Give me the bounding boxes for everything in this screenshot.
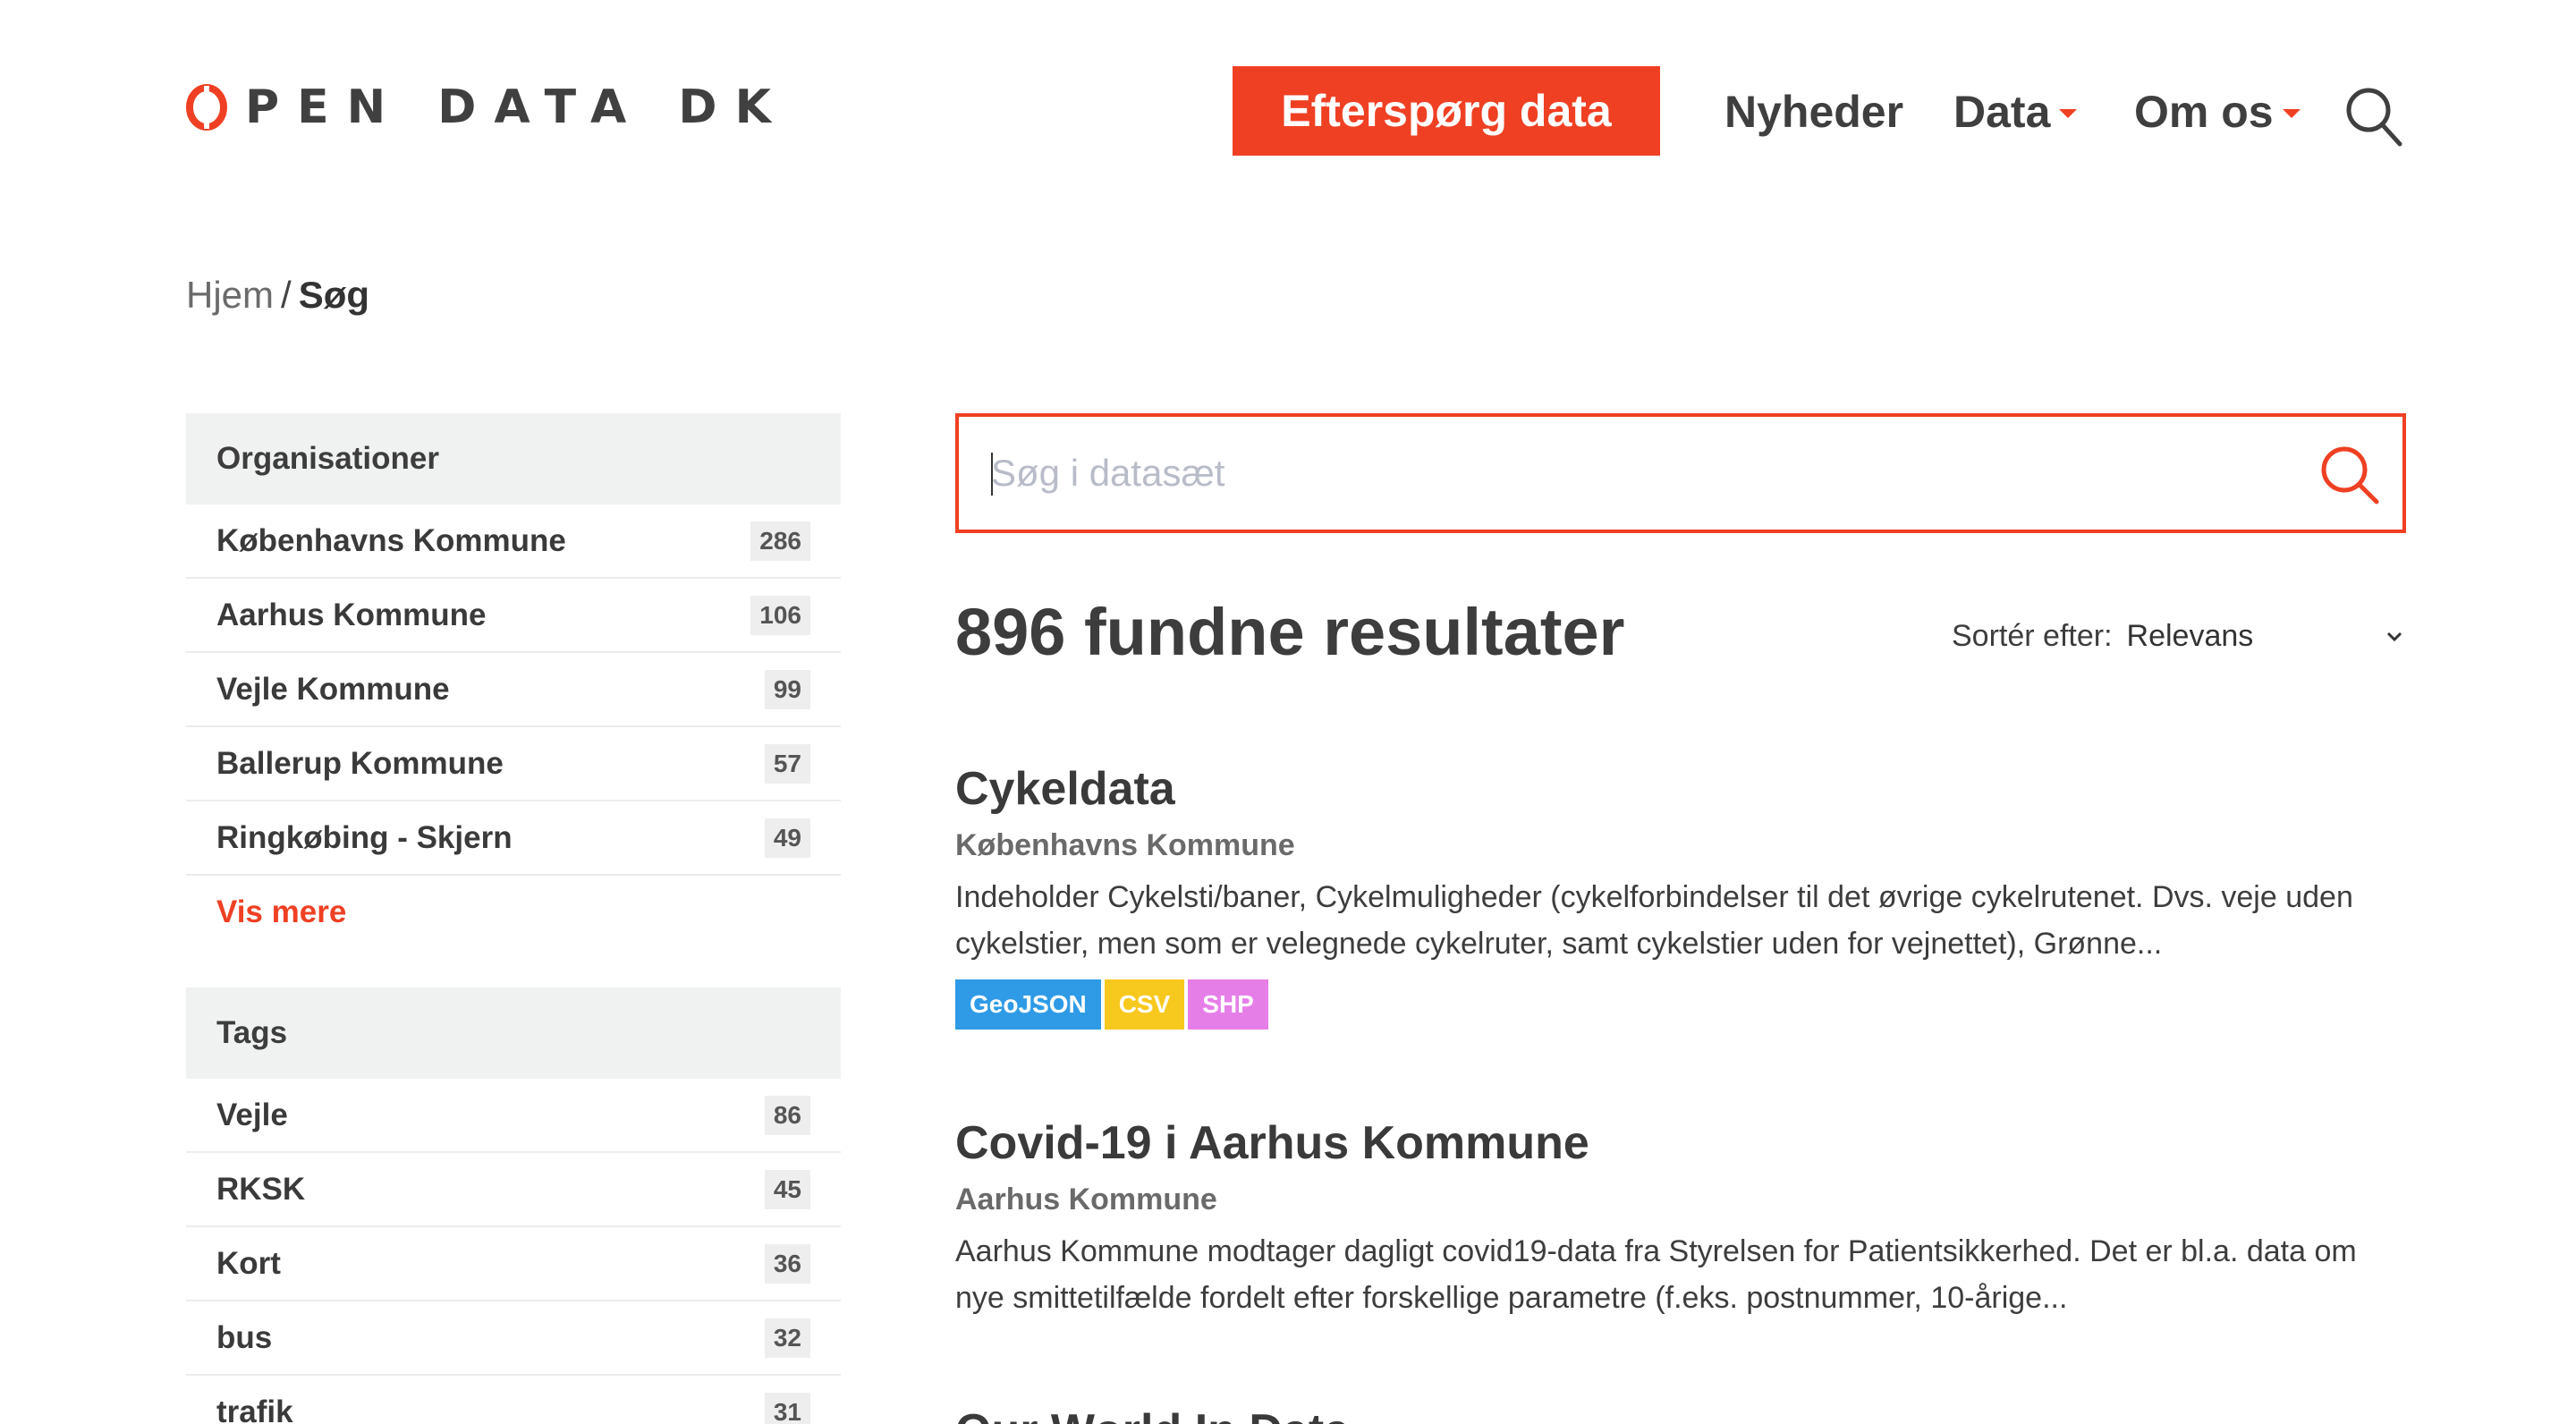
sort-select-value: Relevans — [2126, 619, 2254, 653]
facet-item-count: 36 — [764, 1243, 810, 1284]
facet-item-count: 45 — [764, 1169, 810, 1209]
facet-item-label: Københavns Kommune — [216, 522, 566, 558]
facet-item[interactable]: Vejle Kommune 99 — [186, 653, 841, 727]
result-item: Cykeldata Københavns Kommune Indeholder … — [955, 762, 2406, 1030]
result-title[interactable]: Covid-19 i Aarhus Kommune — [955, 1116, 2406, 1170]
format-badge-geojson[interactable]: GeoJSON — [955, 979, 1101, 1030]
nav-news[interactable]: Nyheder — [1724, 81, 1903, 143]
result-description: Aarhus Kommune modtager dagligt covid19-… — [955, 1234, 2357, 1315]
facet-item-count: 286 — [750, 521, 810, 561]
nav-news-label: Nyheder — [1724, 87, 1904, 137]
facet-item[interactable]: Aarhus Kommune 106 — [186, 579, 841, 653]
nav-data[interactable]: Data — [1953, 81, 2078, 143]
sort-label: Sortér efter: — [1952, 619, 2113, 653]
chevron-down-icon — [2386, 631, 2402, 641]
facet-organisations: Organisationer Københavns Kommune 286 Aa… — [186, 413, 841, 949]
result-title[interactable]: Our World In Data — [955, 1404, 2406, 1424]
facet-item-label: Vejle — [216, 1097, 288, 1132]
result-item: Covid-19 i Aarhus Kommune Aarhus Kommune… — [955, 1116, 2406, 1321]
facet-item-label: Aarhus Kommune — [216, 597, 487, 632]
sort-control: Sortér efter: Relevans — [1952, 619, 2406, 654]
facet-item[interactable]: Kort 36 — [186, 1227, 841, 1301]
format-badge-csv[interactable]: CSV — [1104, 979, 1185, 1030]
facet-item-label: Kort — [216, 1245, 281, 1281]
facet-item-label: trafik — [216, 1394, 293, 1424]
facet-item[interactable]: Københavns Kommune 286 — [186, 504, 841, 579]
search-input[interactable] — [991, 446, 2243, 500]
facet-title: Tags — [186, 987, 841, 1079]
facet-item-count: 57 — [764, 743, 810, 784]
sort-select[interactable]: Relevans — [2127, 619, 2406, 654]
caret-down-icon — [2282, 109, 2301, 118]
nav-data-label: Data — [1953, 87, 2051, 137]
search-submit-button[interactable] — [2318, 444, 2381, 506]
facet-item-count: 31 — [764, 1392, 810, 1424]
facet-item-label: RKSK — [216, 1171, 306, 1207]
nav-about[interactable]: Om os — [2134, 81, 2301, 143]
breadcrumb-current: Søg — [298, 274, 370, 316]
facet-item-count: 106 — [750, 595, 810, 635]
breadcrumb-home[interactable]: Hjem — [186, 274, 274, 316]
format-badges: GeoJSON CSV SHP — [955, 979, 2406, 1030]
result-organisation: Aarhus Kommune — [955, 1182, 1217, 1216]
request-data-button[interactable]: Efterspørg data — [1233, 66, 1660, 156]
facet-item-label: Vejle Kommune — [216, 671, 450, 707]
result-organisation: Københavns Kommune — [955, 828, 1295, 862]
results-count: 896 fundne resultater — [955, 595, 1625, 669]
result-item: Our World In Data — [955, 1404, 2406, 1424]
facet-item[interactable]: RKSK 45 — [186, 1153, 841, 1227]
facet-item[interactable]: bus 32 — [186, 1301, 841, 1376]
facet-item[interactable]: Ballerup Kommune 57 — [186, 727, 841, 801]
result-description: Indeholder Cykelsti/baner, Cykelmulighed… — [955, 880, 2353, 961]
show-more-link[interactable]: Vis mere — [186, 876, 841, 949]
nav-about-label: Om os — [2134, 87, 2274, 137]
header-search-button[interactable] — [2343, 84, 2404, 148]
facet-tags: Tags Vejle 86 RKSK 45 Kort 36 bus 32 tra… — [186, 987, 841, 1424]
facet-item-count: 32 — [764, 1318, 810, 1358]
format-badge-shp[interactable]: SHP — [1188, 979, 1268, 1030]
result-title[interactable]: Cykeldata — [955, 762, 2406, 816]
breadcrumb-separator: / — [281, 274, 292, 316]
text-cursor — [991, 453, 993, 496]
logo-text: PEN DATA DK — [245, 81, 789, 134]
breadcrumb: Hjem / Søg — [186, 274, 369, 317]
site-logo[interactable]: PEN DATA DK — [186, 81, 789, 134]
facet-item-label: Ballerup Kommune — [216, 745, 504, 781]
search-icon — [2321, 446, 2379, 504]
facet-item-label: Ringkøbing - Skjern — [216, 819, 513, 855]
facet-title: Organisationer — [186, 413, 841, 504]
facet-item[interactable]: trafik 31 — [186, 1376, 841, 1424]
facet-item-count: 99 — [764, 669, 810, 709]
facet-item-count: 49 — [764, 818, 810, 858]
facet-item-label: bus — [216, 1319, 273, 1355]
facet-item-count: 86 — [764, 1095, 810, 1135]
dataset-search-box — [955, 413, 2406, 533]
search-icon — [2346, 88, 2402, 147]
caret-down-icon — [2059, 109, 2078, 118]
facet-item[interactable]: Ringkøbing - Skjern 49 — [186, 801, 841, 876]
logo-o-icon — [186, 84, 227, 131]
facet-item[interactable]: Vejle 86 — [186, 1079, 841, 1153]
